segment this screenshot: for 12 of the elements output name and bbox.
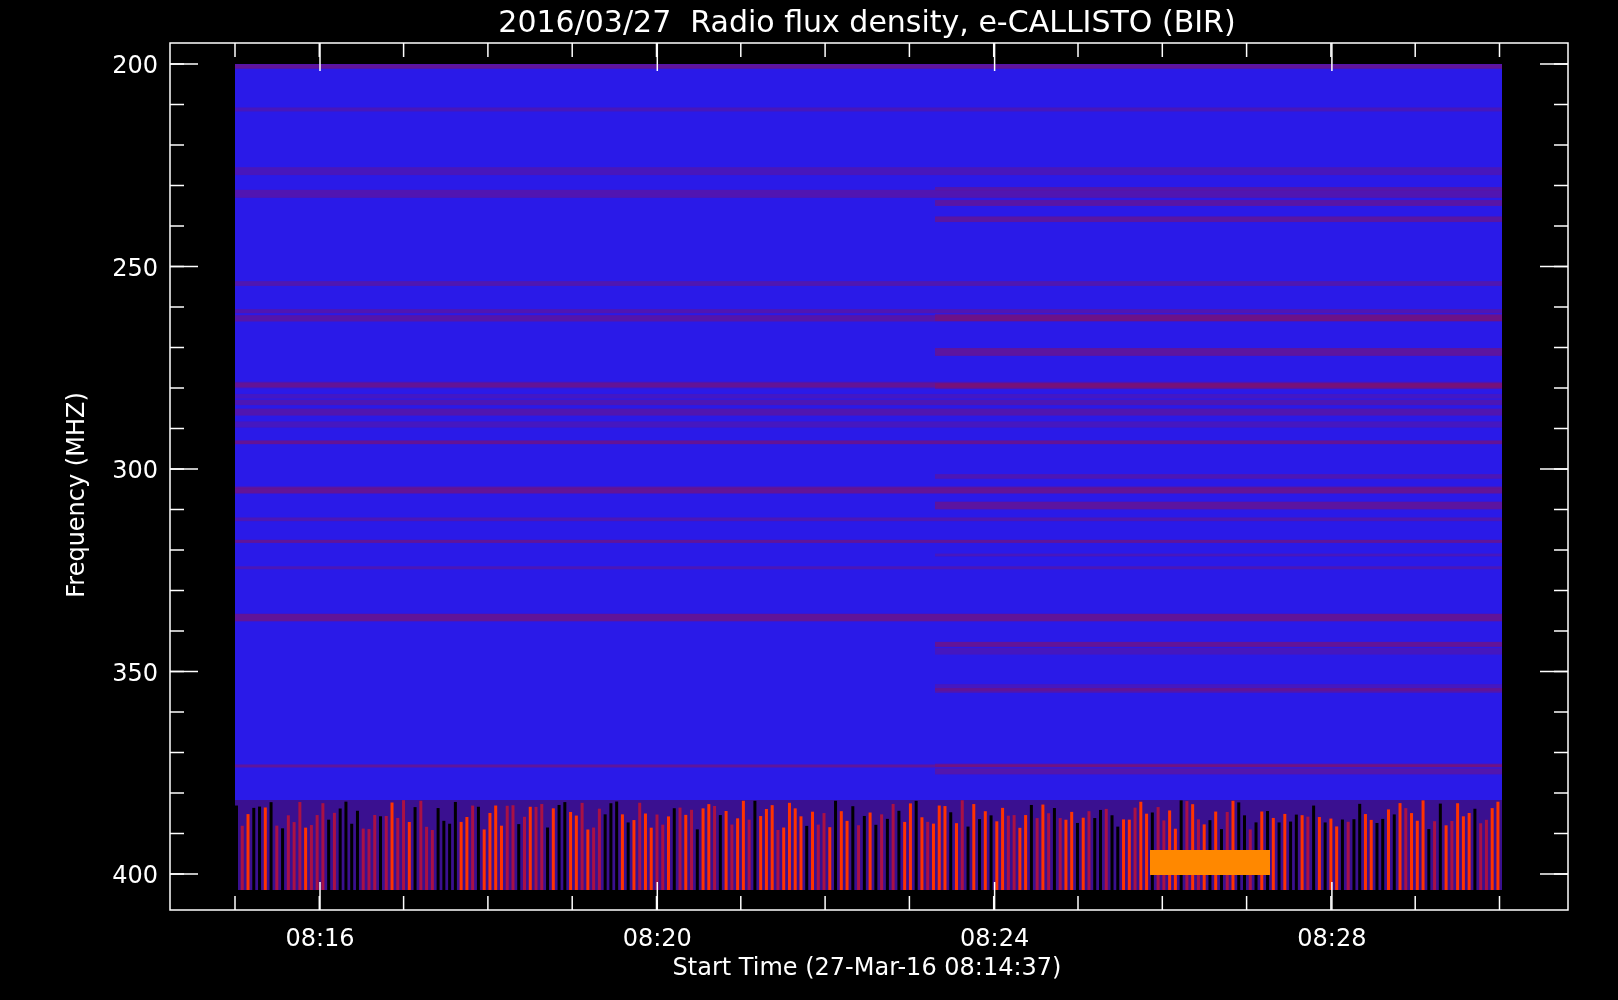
- y-tick-label: 250: [112, 253, 158, 282]
- x-tick-label: 08:28: [1297, 924, 1367, 952]
- x-tick-label: 08:24: [960, 924, 1030, 952]
- x-tick-label: 08:16: [285, 924, 355, 952]
- x-axis-title: Start Time (27-Mar-16 08:14:37): [672, 953, 1062, 981]
- y-axis-title: Frequency (MHZ): [62, 392, 90, 598]
- x-tick-label: 08:20: [622, 924, 692, 952]
- y-tick-label: 350: [112, 658, 158, 687]
- y-tick-label: 400: [112, 861, 158, 889]
- chart-title: 2016/03/27 Radio flux density, e-CALLISTO (BIR): [498, 4, 1236, 39]
- y-tick-label: 300: [112, 456, 158, 484]
- y-tick-label: 200: [112, 51, 158, 79]
